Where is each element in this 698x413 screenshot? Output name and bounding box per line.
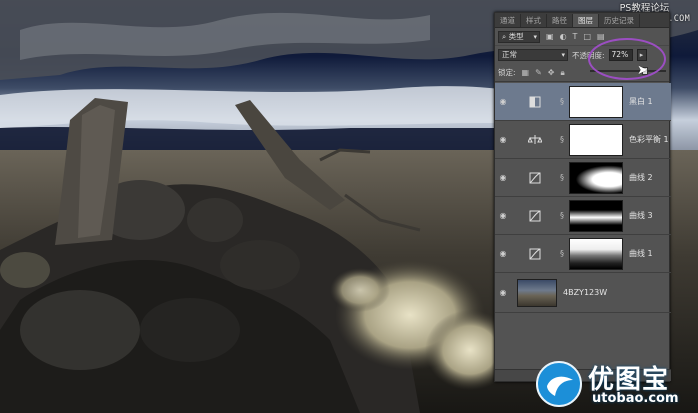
curves-adjustment-icon [525,209,545,223]
lock-transparent-icon[interactable]: ▦ [522,68,530,77]
layer-list: ◉ § 黑白 1 ◉ § 色彩平衡 1 ◉ § 曲线 2 ◉ § 曲线 3 ◉ … [495,83,671,313]
type-filter-icon[interactable]: T [573,32,578,41]
layer-row-background[interactable]: ◉ 4BZY123W [495,273,671,313]
visibility-eye-icon[interactable]: ◉ [495,97,511,106]
tab-history[interactable]: 历史记录 [599,14,640,27]
layer-row-color-balance[interactable]: ◉ § 色彩平衡 1 [495,121,671,159]
opacity-slider[interactable] [590,67,666,75]
opacity-input[interactable]: 72% [608,49,633,61]
lock-label: 锁定: [498,68,516,77]
visibility-eye-icon[interactable]: ◉ [495,135,511,144]
filter-kind-select[interactable]: ⌕ 类型 [498,30,540,43]
lock-position-icon[interactable]: ✥ [548,68,555,77]
shape-filter-icon[interactable]: □ [583,32,591,41]
mask-link-icon[interactable]: § [557,173,567,182]
adjustment-filter-icon[interactable]: ◐ [560,32,567,41]
site-logo-watermark: 优图宝 utobao.com [534,357,694,411]
tab-layers[interactable]: 图层 [573,14,599,27]
mask-link-icon[interactable]: § [557,249,567,258]
layer-mask-thumbnail[interactable] [569,237,623,270]
layer-name[interactable]: 曲线 1 [629,248,653,259]
curves-adjustment-icon [525,171,545,185]
tab-paths[interactable]: 路径 [547,14,573,27]
smart-object-filter-icon[interactable]: ▤ [597,32,605,41]
layer-name[interactable]: 4BZY123W [563,288,607,297]
mask-link-icon[interactable]: § [557,97,567,106]
layer-name[interactable]: 曲线 3 [629,210,653,221]
lock-pixels-icon[interactable]: ✎ [535,68,542,77]
filter-kind-label: 类型 [508,31,524,41]
visibility-eye-icon[interactable]: ◉ [495,288,511,297]
logo-circle-icon [536,361,582,407]
opacity-label: 不透明度: [572,50,605,60]
mouse-pointer-icon: ➤ [637,63,648,78]
opacity-slider-track [590,70,666,72]
background-layer-thumbnail[interactable] [517,278,557,307]
visibility-eye-icon[interactable]: ◉ [495,173,511,182]
opacity-dropdown-button[interactable]: ▸ [636,49,647,61]
layer-row-curves-1[interactable]: ◉ § 曲线 1 [495,235,671,273]
black-white-adjustment-icon [525,95,545,109]
layer-name[interactable]: 曲线 2 [629,172,653,183]
tab-channels[interactable]: 通道 [495,14,521,27]
layer-mask-thumbnail[interactable] [569,161,623,194]
lock-all-icon[interactable]: 🔒︎ [561,68,565,78]
layer-row-black-white[interactable]: ◉ § 黑白 1 [495,83,671,121]
tab-styles[interactable]: 样式 [521,14,547,27]
blend-opacity-row: 正常 不透明度: 72% ▸ [495,46,669,64]
layer-row-curves-3[interactable]: ◉ § 曲线 3 [495,197,671,235]
mask-link-icon[interactable]: § [557,211,567,220]
layer-filter-row: ⌕ 类型 ▣ ◐ T □ ▤ [495,28,669,46]
image-filter-icon[interactable]: ▣ [546,32,554,41]
layer-mask-thumbnail[interactable] [569,85,623,118]
layer-row-curves-2[interactable]: ◉ § 曲线 2 [495,159,671,197]
mask-link-icon[interactable]: § [557,135,567,144]
search-icon: ⌕ [502,31,507,41]
panel-tabs: 通道 样式 路径 图层 历史记录 [495,13,669,28]
layer-mask-thumbnail[interactable] [569,123,623,156]
layer-name[interactable]: 色彩平衡 1 [629,134,669,145]
layer-mask-thumbnail[interactable] [569,199,623,232]
color-balance-adjustment-icon [525,133,545,147]
logo-url: utobao.com [592,391,679,406]
layer-name[interactable]: 黑白 1 [629,96,653,107]
curves-adjustment-icon [525,247,545,261]
visibility-eye-icon[interactable]: ◉ [495,211,511,220]
visibility-eye-icon[interactable]: ◉ [495,249,511,258]
blend-mode-select[interactable]: 正常 [498,49,568,61]
